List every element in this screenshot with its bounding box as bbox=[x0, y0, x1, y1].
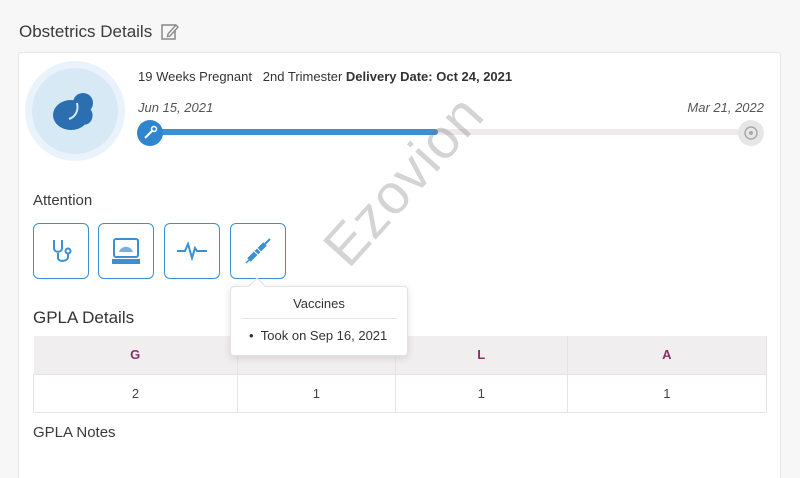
ultrasound-button[interactable] bbox=[98, 223, 154, 279]
gpla-value-p: 1 bbox=[236, 373, 396, 413]
heartbeat-button[interactable] bbox=[164, 223, 220, 279]
vaccines-button[interactable] bbox=[230, 223, 286, 279]
baby-icon bbox=[738, 120, 764, 146]
gpla-header-l: L bbox=[395, 336, 568, 374]
pregnancy-end-date: Mar 21, 2022 bbox=[687, 100, 764, 115]
tooltip-title: Vaccines bbox=[241, 287, 397, 319]
syringe-icon bbox=[245, 238, 271, 264]
ultrasound-monitor-icon bbox=[112, 238, 140, 264]
vaccines-tooltip: Vaccines • Took on Sep 16, 2021 bbox=[230, 277, 408, 356]
vaccine-entry: Took on Sep 16, 2021 bbox=[260, 328, 388, 343]
trimester: 2nd Trimester bbox=[262, 69, 343, 84]
fetus-icon bbox=[53, 93, 93, 130]
heartbeat-icon bbox=[177, 241, 207, 262]
needle-icon bbox=[137, 120, 163, 146]
delivery-date: Delivery Date: Oct 24, 2021 bbox=[345, 69, 513, 84]
pregnancy-progress-track bbox=[145, 129, 755, 135]
edit-icon[interactable] bbox=[160, 22, 180, 42]
pregnancy-summary: 19 Weeks Pregnant 2nd Trimester Delivery… bbox=[138, 69, 512, 84]
gpla-header-a: A bbox=[567, 336, 768, 374]
gpla-notes-label: GPLA Notes bbox=[33, 424, 116, 441]
gpla-value-l: 1 bbox=[394, 373, 568, 413]
attention-label: Attention bbox=[33, 192, 93, 209]
gpla-value-g: 2 bbox=[33, 373, 238, 413]
pregnancy-start-date: Jun 15, 2021 bbox=[138, 100, 214, 115]
table-row: 2 1 1 1 bbox=[33, 373, 768, 413]
gpla-value-a: 1 bbox=[566, 373, 768, 413]
gpla-header-g: G bbox=[33, 336, 238, 374]
obstetrics-card: 19 Weeks Pregnant 2nd Trimester Delivery… bbox=[18, 52, 781, 478]
page-title: Obstetrics Details bbox=[19, 22, 153, 41]
pregnancy-progress-fill bbox=[145, 129, 438, 135]
list-item: • Took on Sep 16, 2021 bbox=[249, 328, 388, 343]
section-header: Obstetrics Details bbox=[19, 22, 180, 42]
gpla-title: GPLA Details bbox=[33, 308, 135, 327]
pregnancy-avatar bbox=[25, 61, 125, 161]
stethoscope-icon bbox=[53, 240, 72, 262]
stethoscope-button[interactable] bbox=[33, 223, 89, 279]
weeks-pregnant: 19 Weeks Pregnant bbox=[138, 69, 252, 84]
